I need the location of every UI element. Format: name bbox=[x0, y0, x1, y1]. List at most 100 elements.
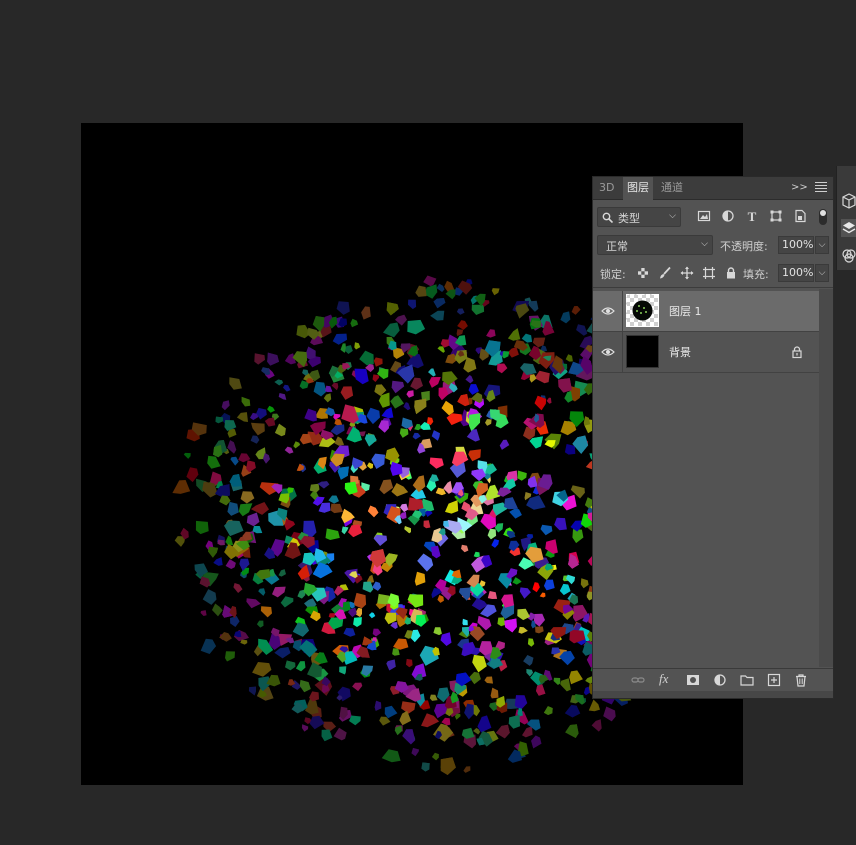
particle bbox=[558, 378, 572, 393]
trash-icon[interactable] bbox=[794, 673, 808, 687]
particle bbox=[414, 571, 426, 586]
particle bbox=[378, 420, 389, 433]
particle bbox=[384, 705, 398, 719]
particle bbox=[408, 299, 417, 310]
particle bbox=[441, 400, 454, 416]
particle bbox=[340, 386, 354, 400]
fill-label: 填充: bbox=[743, 268, 769, 281]
panel-resize-grip[interactable] bbox=[593, 691, 833, 698]
particle bbox=[487, 591, 498, 599]
particle bbox=[401, 701, 416, 714]
particle bbox=[534, 370, 550, 384]
channels-panel-icon[interactable] bbox=[841, 247, 856, 265]
particle bbox=[309, 715, 325, 730]
filter-toggle-switch[interactable] bbox=[819, 209, 827, 225]
mask-icon[interactable] bbox=[686, 673, 700, 687]
collapse-panel-icon[interactable]: >> bbox=[791, 180, 808, 196]
eye-icon[interactable] bbox=[601, 346, 615, 358]
particle bbox=[415, 614, 427, 627]
particle bbox=[371, 453, 385, 469]
filter-adjustment-icon[interactable] bbox=[721, 209, 735, 223]
filter-kind-select[interactable]: 类型 ⌵ bbox=[597, 207, 681, 227]
particle bbox=[212, 603, 223, 617]
particle bbox=[391, 380, 405, 394]
particle bbox=[471, 304, 485, 315]
particle bbox=[463, 766, 471, 773]
particle bbox=[411, 747, 420, 757]
particle bbox=[256, 407, 267, 420]
fx-icon[interactable]: fx bbox=[659, 671, 673, 686]
particle bbox=[390, 622, 398, 629]
particle bbox=[267, 352, 279, 366]
opacity-dropdown-icon[interactable]: ⌵ bbox=[815, 236, 829, 254]
particle bbox=[219, 632, 232, 642]
blend-mode-value: 正常 bbox=[606, 240, 628, 253]
particle bbox=[457, 320, 468, 330]
lock-all-icon[interactable] bbox=[724, 266, 738, 280]
particle bbox=[293, 441, 301, 449]
particle bbox=[407, 497, 424, 511]
particle bbox=[236, 412, 248, 422]
particle bbox=[229, 377, 242, 390]
fill-input[interactable]: 100% bbox=[778, 264, 814, 282]
particle bbox=[571, 306, 581, 315]
new-layer-icon[interactable] bbox=[767, 673, 781, 687]
particle bbox=[502, 351, 510, 359]
particle bbox=[283, 384, 291, 392]
particle bbox=[278, 393, 287, 400]
particle bbox=[240, 491, 255, 504]
particle bbox=[522, 726, 533, 738]
particle bbox=[504, 497, 519, 510]
particle bbox=[368, 612, 376, 619]
particle bbox=[414, 398, 427, 415]
particle bbox=[423, 275, 437, 287]
particle bbox=[473, 551, 480, 558]
panel-menu-icon[interactable] bbox=[815, 182, 827, 194]
blend-mode-select[interactable]: 正常 ⌵ bbox=[597, 235, 713, 255]
particle bbox=[377, 593, 390, 605]
svg-text:T: T bbox=[748, 209, 757, 223]
particle bbox=[317, 481, 330, 489]
particle bbox=[429, 457, 444, 469]
layer-row-layer1[interactable]: 图层 1 bbox=[593, 291, 819, 332]
panel-tabbar: 3D 图层 通道 >> bbox=[593, 177, 833, 200]
particle bbox=[341, 526, 349, 535]
tab-channels[interactable]: 通道 bbox=[657, 177, 687, 199]
particle bbox=[431, 752, 439, 761]
eye-icon[interactable] bbox=[601, 305, 615, 317]
tab-layers[interactable]: 图层 bbox=[623, 177, 653, 200]
lock-pixels-brush-icon[interactable] bbox=[658, 266, 672, 280]
particle bbox=[518, 626, 528, 634]
link-icon[interactable] bbox=[631, 673, 645, 687]
particle bbox=[219, 495, 231, 506]
lock-transparency-icon[interactable] bbox=[636, 266, 650, 280]
particle bbox=[208, 546, 219, 558]
particle bbox=[345, 345, 353, 354]
layers-panel-icon[interactable] bbox=[841, 219, 856, 237]
lock-artboard-icon[interactable] bbox=[702, 266, 716, 280]
lock-position-move-icon[interactable] bbox=[680, 266, 694, 280]
fill-dropdown-icon[interactable]: ⌵ bbox=[815, 264, 829, 282]
particle bbox=[569, 670, 583, 685]
filter-shape-icon[interactable] bbox=[769, 209, 783, 223]
layer-row-background[interactable]: 背景 bbox=[593, 332, 819, 373]
particle bbox=[340, 343, 347, 353]
filter-kind-label: 类型 bbox=[618, 212, 640, 225]
particle bbox=[507, 328, 521, 341]
folder-icon[interactable] bbox=[740, 673, 754, 687]
filter-pixel-icon[interactable] bbox=[697, 209, 711, 223]
particle bbox=[402, 729, 416, 745]
filter-smart-object-icon[interactable] bbox=[793, 209, 807, 223]
tab-3d[interactable]: 3D bbox=[595, 177, 618, 199]
particle bbox=[328, 495, 339, 504]
filter-type-icon[interactable]: T bbox=[745, 209, 759, 223]
particle bbox=[414, 423, 422, 431]
panel-scrollbar-track[interactable] bbox=[819, 289, 833, 667]
particle bbox=[400, 503, 409, 513]
eye-column-separator bbox=[622, 291, 623, 331]
particle bbox=[195, 520, 209, 535]
particle bbox=[529, 374, 537, 383]
adjustment-layer-icon[interactable] bbox=[713, 673, 727, 687]
3d-panel-icon[interactable] bbox=[841, 192, 856, 210]
opacity-input[interactable]: 100% bbox=[778, 236, 814, 254]
